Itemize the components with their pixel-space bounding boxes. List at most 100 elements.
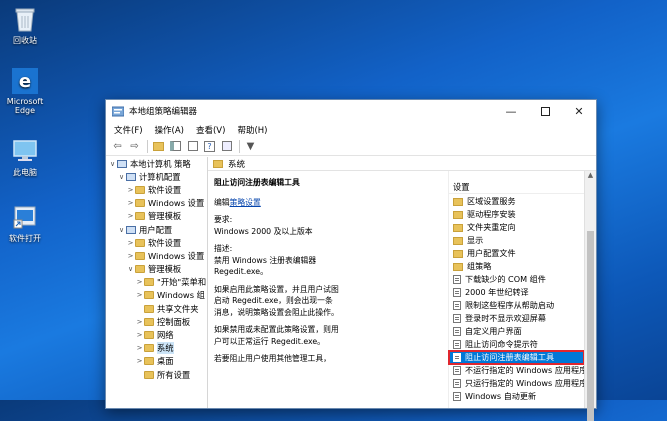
expand-chevron-icon[interactable]: > — [126, 212, 135, 220]
toolbar-separator — [147, 139, 148, 153]
tree-item[interactable]: > 系统 — [106, 342, 207, 355]
scroll-thumb[interactable] — [587, 231, 594, 421]
expand-chevron-icon[interactable]: ∨ — [117, 173, 126, 181]
filter-button[interactable]: ▼ — [243, 139, 258, 153]
tree-item[interactable]: ∨ 计算机配置 — [106, 170, 207, 183]
folder-icon — [135, 251, 145, 260]
settings-folder-row[interactable]: 文件夹重定向 — [449, 221, 584, 234]
maximize-button[interactable] — [528, 100, 562, 122]
expand-chevron-icon[interactable]: > — [126, 239, 135, 247]
expand-chevron-icon[interactable]: > — [126, 186, 135, 194]
up-folder-button[interactable] — [151, 139, 166, 153]
tree-item-label: 系统 — [157, 342, 174, 355]
navigation-tree[interactable]: ∨ 本地计算机 策略 ∨ 计算机配置 > 软件设置 > Windows 设置 > 管理模板 ∨ 用户配… — [106, 157, 208, 408]
tree-item[interactable]: ∨ 本地计算机 策略 — [106, 157, 207, 170]
tree-item-label: 软件设置 — [148, 237, 182, 248]
menu-action[interactable]: 操作(A) — [149, 124, 190, 136]
expand-chevron-icon[interactable]: > — [126, 252, 135, 260]
desktop-icon-this-pc[interactable]: 此电脑 — [0, 138, 50, 178]
tree-item[interactable]: > 软件设置 — [106, 236, 207, 249]
settings-policy-row[interactable]: 下载缺少的 COM 组件 — [449, 273, 584, 286]
tree-item-label: "开始"菜单和 — [157, 277, 207, 288]
folder-icon — [453, 210, 463, 219]
forward-button[interactable]: ⇨ — [127, 139, 142, 153]
policy-title: 阻止访问注册表编辑工具 — [214, 178, 300, 187]
settings-list[interactable]: 设置 区域设置服务 驱动程序安装 文件夹重定向 显示 用户配置文件 组策略 下载缺少的 CO… — [448, 171, 587, 408]
tree-item-label: 管理模板 — [148, 264, 182, 275]
tree-item[interactable]: 共享文件夹 — [106, 302, 207, 315]
export-list-button[interactable] — [185, 139, 200, 153]
menu-file[interactable]: 文件(F) — [108, 124, 149, 136]
settings-policy-row[interactable]: 登录时不显示欢迎屏幕 — [449, 312, 584, 325]
setting-label: 2000 年世纪转译 — [465, 287, 529, 297]
settings-folder-row[interactable]: 组策略 — [449, 260, 584, 273]
desktop-icon-label: 此电脑 — [13, 168, 37, 177]
edit-policy-link[interactable]: 策略设置 — [230, 198, 261, 207]
scroll-up-icon[interactable]: ▲ — [585, 171, 596, 183]
expand-chevron-icon[interactable]: > — [135, 357, 144, 365]
setting-label: 限制这些程序从帮助启动 — [465, 300, 555, 310]
tree-item[interactable]: ∨ 管理模板 — [106, 263, 207, 276]
desktop-icon-recycle-bin[interactable]: 回收站 — [0, 6, 50, 46]
properties-button[interactable] — [219, 139, 234, 153]
settings-policy-row[interactable]: 不运行指定的 Windows 应用程序 — [449, 364, 587, 377]
minimize-button[interactable]: — — [494, 100, 528, 122]
settings-folder-row[interactable]: 驱动程序安装 — [449, 208, 584, 221]
tree-pane-icon — [170, 141, 181, 151]
tree-item[interactable]: ∨ 用户配置 — [106, 223, 207, 236]
show-hide-tree-button[interactable] — [168, 139, 183, 153]
tree-item-label: Windows 设置 — [148, 198, 205, 209]
tree-item[interactable]: > 控制面板 — [106, 315, 207, 328]
tree-item[interactable]: > Windows 设置 — [106, 197, 207, 210]
folder-icon — [453, 262, 463, 271]
settings-policy-row[interactable]: 阻止访问注册表编辑工具 — [448, 350, 585, 365]
tree-item[interactable]: > 网络 — [106, 328, 207, 341]
policy-setting-icon — [453, 301, 461, 310]
tree-item[interactable]: > 软件设置 — [106, 183, 207, 196]
desktop-icon-edge[interactable]: e Microsoft Edge — [0, 68, 50, 115]
menu-view[interactable]: 查看(V) — [190, 124, 231, 136]
settings-policy-row[interactable]: 限制这些程序从帮助启动 — [449, 299, 584, 312]
expand-chevron-icon[interactable]: > — [135, 278, 144, 286]
expand-chevron-icon[interactable]: > — [126, 199, 135, 207]
tree-item-label: Windows 设置 — [148, 250, 205, 261]
menu-help[interactable]: 帮助(H) — [231, 124, 273, 136]
desktop-icon-label: 回收站 — [13, 36, 37, 45]
tree-item-label: 管理模板 — [148, 211, 182, 222]
settings-policy-row[interactable]: 2000 年世纪转译 — [449, 286, 584, 299]
tree-item[interactable]: > Windows 组 — [106, 289, 207, 302]
back-button[interactable]: ⇦ — [110, 139, 125, 153]
expand-chevron-icon[interactable]: > — [135, 344, 144, 352]
vertical-scrollbar[interactable]: ▲ — [584, 171, 596, 421]
tree-item[interactable]: > Windows 设置 — [106, 249, 207, 262]
settings-folder-row[interactable]: 区域设置服务 — [449, 195, 584, 208]
expand-chevron-icon[interactable]: > — [135, 331, 144, 339]
requirements-label: 要求: — [214, 215, 233, 224]
settings-policy-row[interactable]: 只运行指定的 Windows 应用程序 — [449, 377, 587, 390]
settings-policy-row[interactable]: 自定义用户界面 — [449, 325, 584, 338]
settings-policy-row[interactable]: Windows 自动更新 — [449, 390, 584, 403]
tree-item[interactable]: 所有设置 — [106, 368, 207, 381]
settings-column-header[interactable]: 设置 — [449, 181, 584, 194]
folder-icon — [135, 265, 145, 274]
tree-item[interactable]: > "开始"菜单和 — [106, 276, 207, 289]
desktop-icon-shortcut[interactable]: 软件打开 — [0, 204, 50, 244]
settings-policy-row[interactable]: 阻止访问命令提示符 — [449, 338, 584, 351]
tree-item[interactable]: > 管理模板 — [106, 210, 207, 223]
settings-folder-row[interactable]: 用户配置文件 — [449, 247, 584, 260]
settings-folder-row[interactable]: 显示 — [449, 234, 584, 247]
toolbar: ⇦ ⇨ ? ▼ — [106, 137, 596, 156]
folder-icon — [453, 223, 463, 232]
panes: ∨ 本地计算机 策略 ∨ 计算机配置 > 软件设置 > Windows 设置 > 管理模板 ∨ 用户配… — [106, 157, 596, 421]
expand-chevron-icon[interactable]: > — [135, 291, 144, 299]
expand-chevron-icon[interactable]: ∨ — [117, 226, 126, 234]
policy-setting-icon — [453, 314, 461, 323]
title-bar[interactable]: 本地组策略编辑器 — ✕ — [106, 100, 596, 122]
expand-chevron-icon[interactable]: ∨ — [126, 265, 135, 273]
expand-chevron-icon[interactable]: ∨ — [108, 160, 117, 168]
close-button[interactable]: ✕ — [562, 100, 596, 122]
help-button[interactable]: ? — [202, 139, 217, 153]
requirements: 要求: Windows 2000 及以上版本 — [214, 214, 340, 237]
expand-chevron-icon[interactable]: > — [135, 318, 144, 326]
tree-item[interactable]: > 桌面 — [106, 355, 207, 368]
